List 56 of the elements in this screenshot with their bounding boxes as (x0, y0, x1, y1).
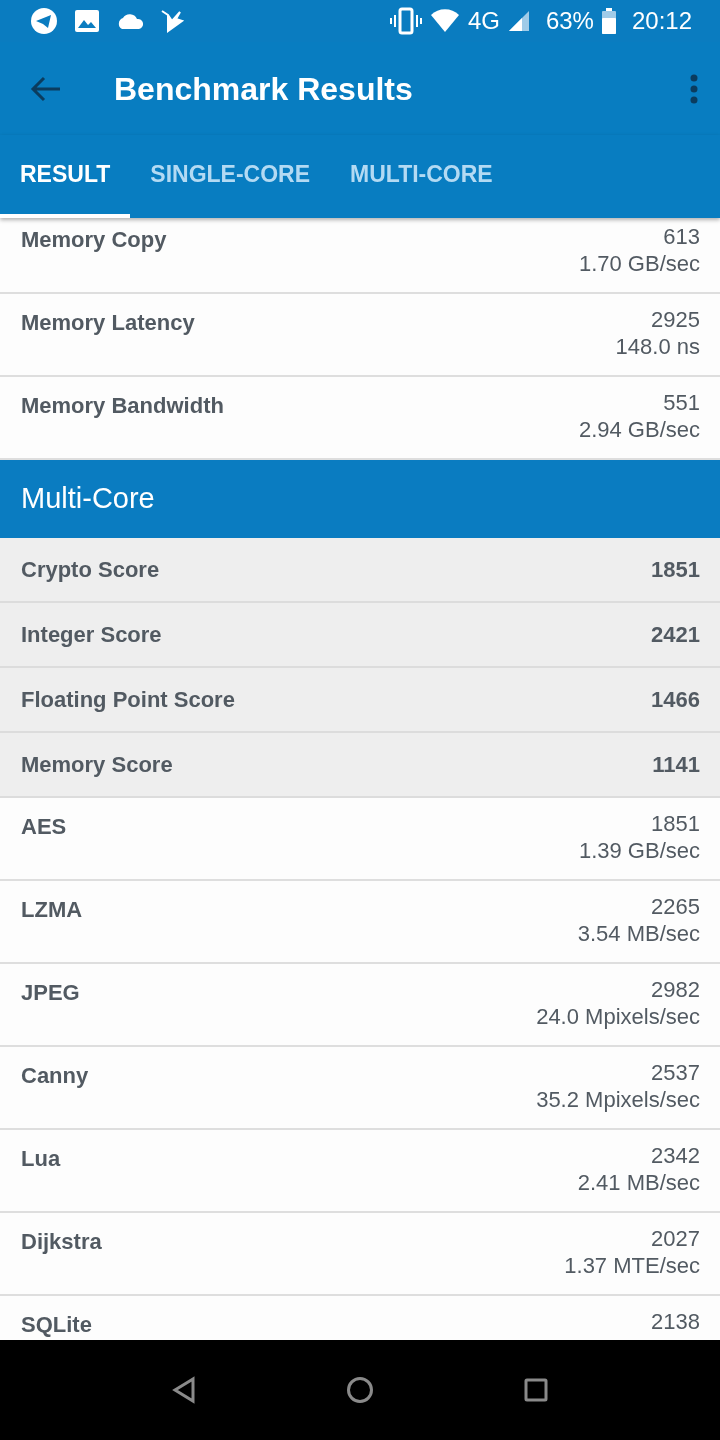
signal-icon (507, 10, 530, 32)
score-name: Floating Point Score (21, 686, 235, 714)
benchmark-rate: 1.37 MTE/sec (564, 1252, 700, 1279)
benchmark-name: LZMA (21, 896, 83, 924)
benchmark-name: Memory Bandwidth (21, 392, 224, 420)
benchmark-rate: 2.94 GB/sec (578, 416, 700, 443)
benchmark-name: JPEG (21, 979, 80, 1007)
score-value: 1466 (651, 686, 700, 714)
benchmark-score: 2982 (650, 976, 700, 1003)
battery-icon (601, 8, 616, 34)
benchmark-score: 551 (662, 389, 700, 416)
score-name: Integer Score (21, 621, 162, 649)
more-menu-icon[interactable] (690, 73, 698, 104)
score-value: 1141 (652, 751, 700, 779)
benchmark-name: Lua (21, 1145, 61, 1173)
tab[interactable]: SINGLE-CORE (130, 135, 331, 218)
back-triangle-icon[interactable] (172, 1376, 196, 1404)
benchmark-score: 2265 (650, 893, 700, 920)
benchmark-score: 2537 (650, 1059, 700, 1086)
vibrate-icon (389, 7, 422, 35)
network-type: 4G (467, 6, 500, 36)
tab[interactable]: MULTI-CORE (330, 135, 513, 218)
benchmark-name: SQLite (21, 1311, 92, 1339)
clock: 20:12 (631, 6, 692, 36)
benchmark-rate: 1.70 GB/sec (578, 250, 700, 277)
cloud-icon (116, 11, 144, 31)
benchmark-score: 613 (662, 223, 700, 250)
back-arrow-icon[interactable] (30, 74, 62, 103)
benchmark-rate: 148.0 ns (615, 333, 700, 360)
battery-percent: 63% (545, 6, 594, 36)
benchmark-name: Memory Copy (21, 226, 167, 254)
screen-title: Benchmark Results (114, 69, 413, 109)
paper-plane-icon (30, 7, 58, 35)
score-name: Memory Score (21, 751, 173, 779)
benchmark-rate: 35.2 Mpixels/sec (536, 1086, 700, 1113)
recents-square-icon[interactable] (524, 1378, 548, 1402)
benchmark-score: 2925 (650, 306, 700, 333)
benchmark-name: Dijkstra (21, 1228, 102, 1256)
section-header: Multi-Core (0, 460, 720, 538)
benchmark-score: 2027 (650, 1225, 700, 1252)
score-value: 2421 (651, 621, 700, 649)
benchmark-name: Memory Latency (21, 309, 195, 337)
benchmark-score: 2138 (651, 1308, 700, 1335)
score-name: Crypto Score (21, 556, 160, 584)
benchmark-rate: 1.39 GB/sec (578, 837, 700, 864)
home-circle-icon[interactable] (346, 1376, 374, 1404)
benchmark-rate: 24.0 Mpixels/sec (536, 1003, 700, 1030)
benchmark-rate: 2.41 MB/sec (577, 1169, 700, 1196)
benchmark-name: AES (21, 813, 67, 841)
wifi-icon (429, 9, 460, 33)
benchmark-name: Canny (21, 1062, 89, 1090)
benchmark-score: 1851 (650, 810, 700, 837)
image-icon (74, 8, 100, 34)
score-value: 1851 (651, 556, 700, 584)
benchmark-score: 2342 (650, 1142, 700, 1169)
benchmark-rate: 3.54 MB/sec (577, 920, 700, 947)
